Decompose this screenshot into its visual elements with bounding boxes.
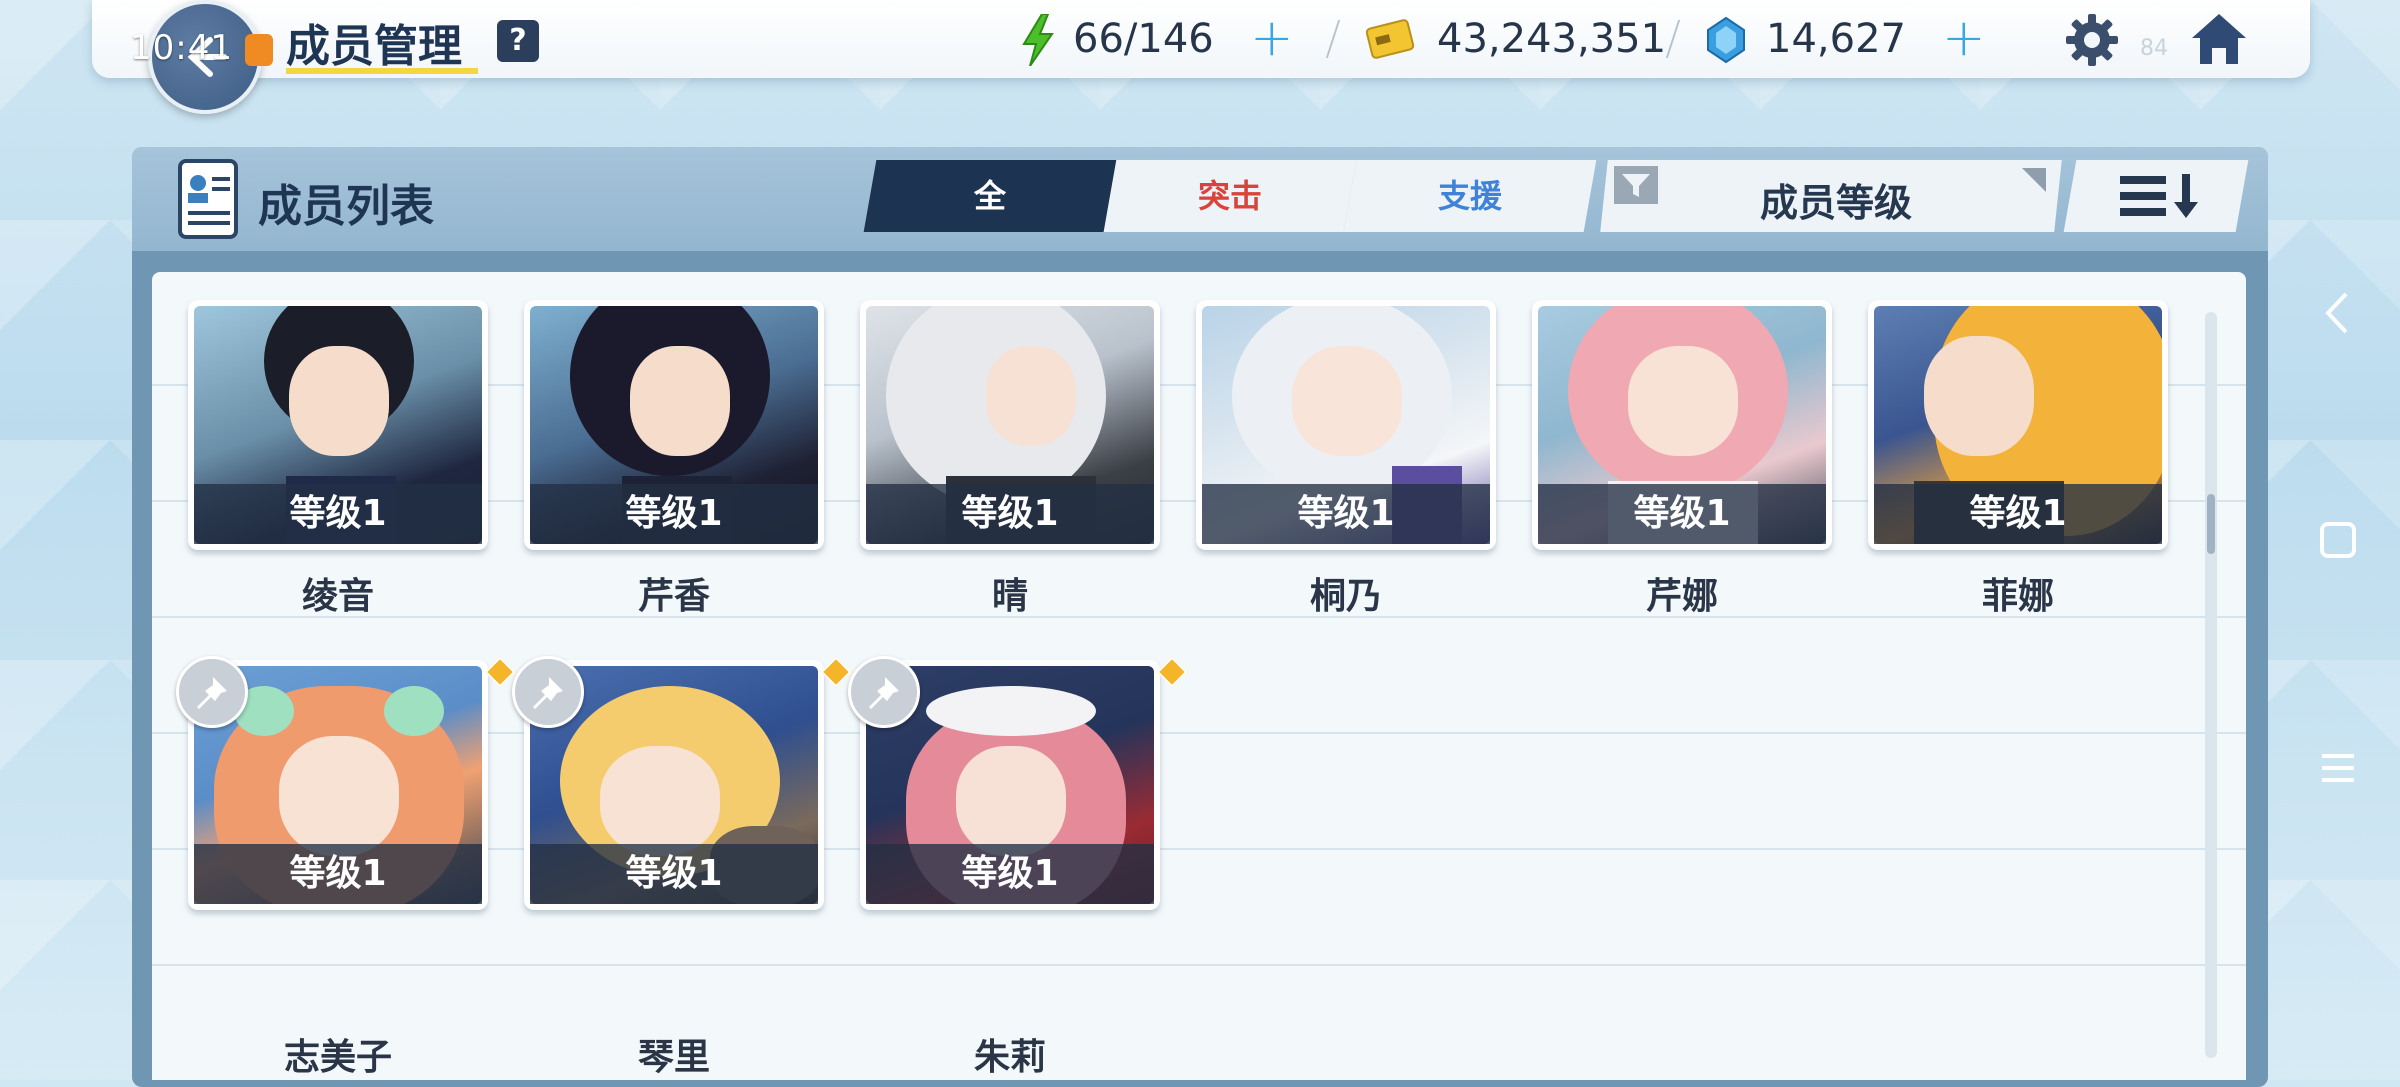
ap-add-button[interactable]: + — [1250, 12, 1294, 64]
member-name: 琴里 — [637, 1037, 710, 1078]
pin-icon — [197, 677, 227, 709]
sort-label: 成员等级 — [1760, 181, 1913, 225]
level-label: 等级1 — [866, 484, 1154, 544]
pin-button[interactable] — [176, 656, 248, 728]
tab-special[interactable]: 支援 — [1343, 160, 1597, 232]
credit-card-icon — [1366, 19, 1415, 59]
status-time: 10:41 — [130, 28, 233, 68]
member-card-serina[interactable]: 等级1 — [1532, 300, 1832, 550]
ap-value: 66/146 — [1073, 16, 1214, 62]
member-card-fina[interactable]: 等级1 — [1868, 300, 2168, 550]
tab-striker[interactable]: 突击 — [1103, 160, 1357, 232]
tab-special-label: 支援 — [1437, 177, 1502, 215]
gem-icon — [1707, 16, 1745, 64]
ap-lightning-icon — [1022, 14, 1054, 66]
level-label: 等级1 — [1538, 484, 1826, 544]
level-label: 等级1 — [194, 484, 482, 544]
settings-gear-icon[interactable] — [2064, 12, 2120, 68]
system-menu-icon[interactable] — [2318, 750, 2358, 786]
credits-value: 43,243,351 — [1437, 16, 1667, 62]
member-card-kirino[interactable]: 等级1 — [1196, 300, 1496, 550]
tab-all-label: 全 — [973, 177, 1006, 215]
gems-value: 14,627 — [1766, 16, 1906, 62]
level-label: 等级1 — [194, 844, 482, 904]
pin-icon — [533, 677, 563, 709]
member-card-serika[interactable]: 等级1 — [524, 300, 824, 550]
title-underline — [286, 68, 478, 74]
help-button[interactable]: ? — [497, 20, 539, 62]
member-name: 桐乃 — [1309, 576, 1382, 617]
member-name: 朱莉 — [973, 1037, 1046, 1078]
tab-all[interactable]: 全 — [863, 160, 1117, 232]
level-label: 等级1 — [530, 484, 818, 544]
member-list-icon — [178, 159, 238, 239]
pin-icon — [869, 677, 899, 709]
level-label: 等级1 — [1202, 484, 1490, 544]
panel-title: 成员列表 — [258, 181, 434, 232]
pin-button[interactable] — [512, 656, 584, 728]
system-back-icon[interactable] — [2320, 290, 2354, 336]
pin-button[interactable] — [848, 656, 920, 728]
member-name: 芹娜 — [1645, 576, 1718, 617]
member-card-hare[interactable]: 等级1 — [860, 300, 1160, 550]
level-label: 等级1 — [530, 844, 818, 904]
level-label: 等级1 — [866, 844, 1154, 904]
level-label: 等级1 — [1874, 484, 2162, 544]
member-card-ayane[interactable]: 等级1 — [188, 300, 488, 550]
notification-icon — [245, 34, 273, 66]
filter-icon — [1614, 166, 1658, 204]
member-name: 绫音 — [301, 576, 374, 617]
tab-striker-label: 突击 — [1197, 177, 1262, 215]
gems-add-button[interactable]: + — [1942, 12, 1986, 64]
battery-level: 84 — [2140, 36, 2168, 61]
system-home-icon[interactable] — [2318, 520, 2358, 560]
member-name: 晴 — [991, 576, 1028, 617]
member-name: 芹香 — [637, 576, 710, 617]
sort-descending-icon — [2120, 174, 2198, 218]
scrollbar[interactable] — [2205, 312, 2217, 1058]
scrollbar-thumb[interactable] — [2207, 494, 2215, 554]
member-name: 志美子 — [283, 1037, 392, 1078]
dropdown-corner-icon — [2022, 168, 2046, 192]
page-title: 成员管理 — [286, 21, 462, 72]
member-name: 菲娜 — [1981, 576, 2054, 617]
home-icon[interactable] — [2188, 10, 2250, 68]
